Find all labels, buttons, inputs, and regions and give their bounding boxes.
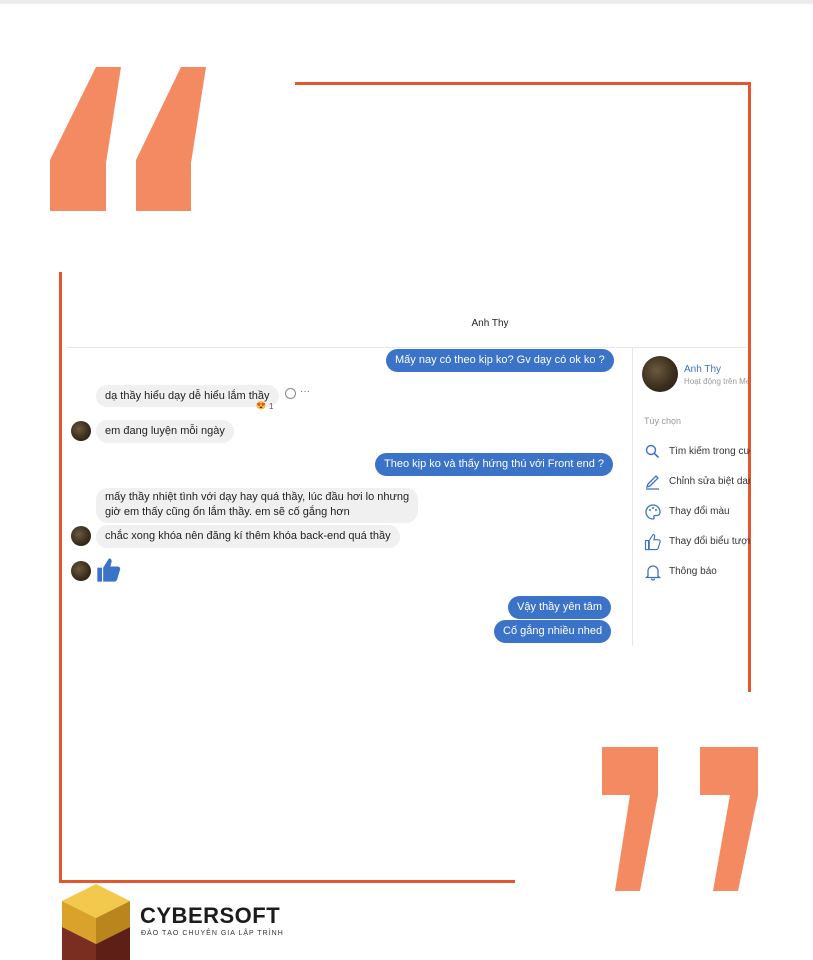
option-label: Tìm kiếm trong cuộc trò chuyện: [669, 446, 750, 457]
option-notifications[interactable]: Thông báo: [644, 563, 750, 581]
frame-top-line: [295, 82, 751, 85]
avatar[interactable]: [71, 561, 91, 581]
avatar[interactable]: [71, 526, 91, 546]
contact-avatar[interactable]: [642, 356, 678, 392]
search-icon: [645, 444, 660, 459]
avatar[interactable]: [71, 421, 91, 441]
option-label: Thay đổi biểu tượng cảm xúc: [669, 536, 750, 547]
reaction-emoji: 😍: [256, 401, 266, 410]
thumbs-up-icon: [644, 533, 661, 551]
contact-status: Hoạt động trên Messenger: [684, 377, 748, 386]
top-strip: [0, 0, 813, 4]
smiley-react-icon[interactable]: [285, 388, 296, 399]
palette-icon: [645, 504, 661, 520]
message-incoming[interactable]: em đang luyện mỗi ngày: [96, 420, 234, 443]
frame-right-line: [748, 82, 751, 692]
brand-name: CYBERSOFT: [140, 903, 281, 928]
open-quote-icon: [50, 67, 206, 211]
brand-tagline: ĐÀO TẠO CHUYÊN GIA LẬP TRÌNH: [141, 930, 284, 937]
option-change-emoji[interactable]: Thay đổi biểu tượng cảm xúc: [644, 533, 750, 551]
message-outgoing[interactable]: Mấy nay có theo kịp ko? Gv dạy có ok ko …: [386, 349, 614, 372]
reaction-count: 1: [269, 402, 274, 411]
option-label: Thay đổi màu: [669, 506, 730, 517]
options-heading: Tùy chọn: [644, 416, 682, 426]
cybersoft-logo-icon: [62, 884, 130, 960]
option-label: Chỉnh sửa biệt danh: [669, 476, 750, 487]
message-line: mấy thầy nhiệt tình với dạy hay quá thầy…: [105, 491, 410, 503]
frame-left-line: [59, 272, 62, 883]
option-change-color[interactable]: Thay đổi màu: [644, 503, 750, 521]
sidebar-divider: [632, 348, 633, 646]
header-divider: [66, 347, 746, 348]
thumbs-up-sticker-icon[interactable]: [95, 556, 123, 584]
message-incoming-multiline[interactable]: mấy thầy nhiệt tình với dạy hay quá thầy…: [96, 488, 419, 523]
more-options-icon[interactable]: ···: [300, 386, 310, 397]
message-outgoing[interactable]: Cố gắng nhiều nhed: [494, 620, 612, 643]
message-line: giờ em thấy cũng ổn lắm thầy. em sẽ cố g…: [105, 506, 350, 518]
message-outgoing[interactable]: Theo kịp ko và thấy hứng thú với Front e…: [375, 453, 614, 476]
pencil-icon: [645, 475, 659, 490]
message-incoming[interactable]: chắc xong khóa nên đăng kí thêm khóa bac…: [96, 525, 400, 548]
close-quote-icon: [602, 747, 758, 891]
message-incoming[interactable]: dạ thầy hiểu dạy dễ hiểu lắm thầy: [96, 385, 279, 407]
bell-icon: [644, 565, 662, 581]
option-label: Thông báo: [669, 566, 717, 577]
conversation-title: Anh Thy: [471, 318, 509, 329]
option-edit-nickname[interactable]: Chỉnh sửa biệt danh: [644, 473, 750, 491]
option-search-conversation[interactable]: Tìm kiếm trong cuộc trò chuyện: [644, 443, 750, 461]
message-outgoing[interactable]: Vậy thầy yên tâm: [508, 596, 611, 619]
contact-name[interactable]: Anh Thy: [684, 364, 721, 375]
